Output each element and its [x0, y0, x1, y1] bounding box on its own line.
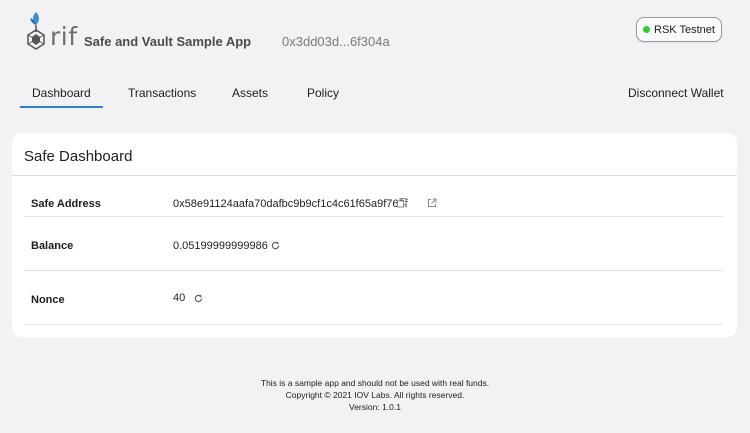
- refresh-icon[interactable]: [269, 239, 281, 251]
- network-status-dot-icon: [643, 26, 651, 33]
- logo-wordmark: rif: [50, 22, 78, 51]
- footer-disclaimer: This is a sample app and should not be u…: [260, 378, 490, 388]
- row-divider: [24, 216, 723, 217]
- footer-copyright: Copyright © 2021 IOV Labs. All rights re…: [285, 390, 465, 400]
- refresh-icon[interactable]: [192, 292, 204, 304]
- tab-policy[interactable]: Policy: [307, 86, 339, 106]
- tab-transactions[interactable]: Transactions: [128, 86, 196, 106]
- safe-address-value: 0x58e91124aafa70dafbc9b9cf1c4c61f65a9f76…: [173, 198, 408, 210]
- nonce-label: Nonce: [31, 294, 65, 306]
- tab-dashboard[interactable]: Dashboard: [20, 86, 103, 108]
- network-label: RSK Testnet: [654, 23, 715, 36]
- external-link-icon[interactable]: [426, 197, 438, 209]
- divider: [12, 175, 737, 176]
- safe-address-label: Safe Address: [31, 198, 101, 210]
- footer-version: Version: 1.0.1: [349, 402, 401, 412]
- connected-address: 0x3dd03d...6f304a: [282, 34, 390, 49]
- safe-dashboard-card: Safe Dashboard Safe Address 0x58e91124aa…: [12, 133, 737, 337]
- row-divider: [24, 324, 723, 325]
- disconnect-wallet-button[interactable]: Disconnect Wallet: [628, 86, 724, 106]
- balance-value: 0.05199999999986: [173, 240, 268, 252]
- row-divider: [24, 270, 723, 271]
- app-title: Safe and Vault Sample App: [84, 34, 252, 49]
- tab-assets[interactable]: Assets: [232, 86, 268, 106]
- footer: This is a sample app and should not be u…: [0, 377, 750, 413]
- copy-icon[interactable]: [396, 197, 408, 209]
- nonce-value: 40: [173, 292, 186, 304]
- balance-label: Balance: [31, 240, 74, 252]
- card-title: Safe Dashboard: [24, 148, 133, 165]
- network-badge[interactable]: RSK Testnet: [636, 17, 722, 42]
- header: rif Safe and Vault Sample App 0x3dd03d..…: [0, 0, 750, 70]
